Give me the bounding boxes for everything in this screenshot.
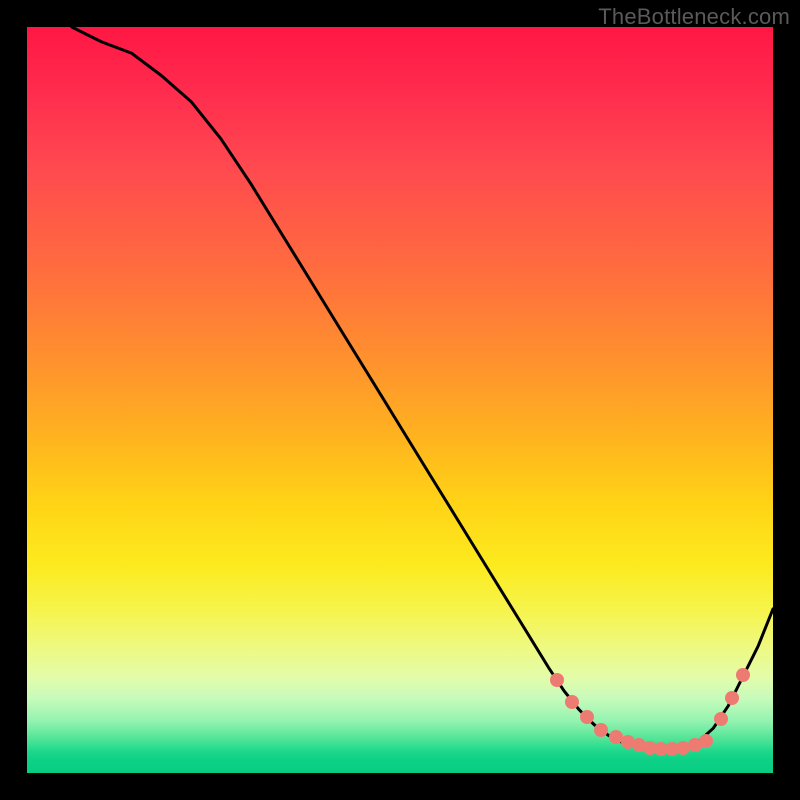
plot-area — [27, 27, 773, 773]
data-marker — [580, 710, 594, 724]
data-marker — [699, 734, 713, 748]
data-marker — [714, 712, 728, 726]
data-marker — [550, 673, 564, 687]
chart-stage: TheBottleneck.com — [0, 0, 800, 800]
marker-layer — [27, 27, 773, 773]
data-marker — [565, 695, 579, 709]
data-marker — [594, 723, 608, 737]
data-marker — [725, 691, 739, 705]
data-marker — [736, 668, 750, 682]
